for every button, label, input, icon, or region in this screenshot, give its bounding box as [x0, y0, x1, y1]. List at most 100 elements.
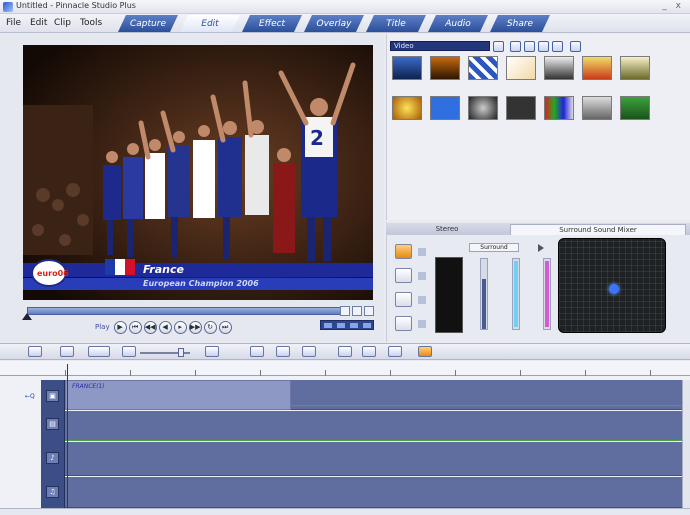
tab-capture[interactable]: Capture [118, 15, 178, 32]
audio-track[interactable] [65, 477, 682, 508]
menu-edit[interactable]: Edit [30, 18, 47, 28]
menu-clip[interactable]: Clip [54, 18, 71, 28]
close-icon[interactable]: x [676, 1, 684, 11]
library-thumbnail[interactable] [506, 56, 536, 80]
tab-share[interactable]: Share [490, 15, 550, 32]
play-icon[interactable]: ▶ [113, 320, 127, 334]
library-thumbnail[interactable] [430, 96, 460, 120]
library-thumbnail[interactable] [544, 96, 574, 120]
transport-label: Play [95, 322, 110, 331]
expand-arrow-icon[interactable] [418, 272, 426, 280]
undo-icon[interactable] [388, 346, 402, 357]
snapshot-icon[interactable] [362, 346, 376, 357]
delete-icon[interactable] [302, 346, 316, 357]
tab-edit[interactable]: Edit [180, 15, 240, 32]
video-track-icon[interactable]: ▣ [46, 390, 59, 402]
library-thumbnail[interactable] [392, 96, 422, 120]
expand-arrow-icon[interactable] [418, 320, 426, 328]
library-thumbnail[interactable] [468, 96, 498, 120]
mark-in-icon[interactable] [352, 306, 362, 316]
fast-forward-icon[interactable]: ▶▶ [188, 320, 202, 334]
split-clip-icon[interactable] [340, 306, 350, 316]
step-back-icon[interactable]: ◀ [158, 320, 172, 334]
zoom-slider-handle[interactable] [178, 348, 184, 357]
library-thumbnail[interactable] [620, 56, 650, 80]
split-icon[interactable] [276, 346, 290, 357]
storyboard-view-icon[interactable] [28, 346, 42, 357]
tab-audio[interactable]: Audio [428, 15, 488, 32]
loop-icon[interactable]: ↻ [203, 320, 217, 334]
window-controls[interactable]: _ x [662, 1, 684, 11]
view-icon[interactable] [524, 41, 535, 52]
svg-text:2: 2 [310, 126, 324, 150]
tab-effect[interactable]: Effect [242, 15, 302, 32]
library-thumbnail[interactable] [582, 56, 612, 80]
play-audio-icon[interactable] [538, 244, 544, 252]
speaker-icon[interactable] [395, 268, 412, 283]
library-thumbnail[interactable] [544, 56, 574, 80]
rewind-icon[interactable]: ◀◀ [143, 320, 157, 334]
expand-arrow-icon[interactable] [418, 296, 426, 304]
scene-icon[interactable] [538, 41, 549, 52]
balance-slider[interactable] [512, 258, 520, 330]
vertical-scrollbar[interactable] [682, 380, 690, 508]
library-thumbnail[interactable] [468, 56, 498, 80]
library-thumbnail[interactable] [430, 56, 460, 80]
library-thumbnail[interactable] [506, 96, 536, 120]
timecode-display[interactable] [320, 320, 374, 330]
audio-track-icon[interactable]: ♪ [46, 452, 59, 464]
clip-properties-icon[interactable] [250, 346, 264, 357]
preview-frame-image: 2 [23, 45, 373, 300]
horizontal-scrollbar[interactable] [0, 508, 690, 515]
scrubber-handle[interactable] [22, 313, 32, 320]
zoom-in-icon[interactable] [205, 346, 219, 357]
music-icon[interactable] [395, 292, 412, 307]
library-thumbnail[interactable] [620, 96, 650, 120]
overlay-caption-text: European Champion 2006 [143, 279, 259, 288]
export-icon[interactable] [418, 346, 432, 357]
go-end-icon[interactable]: ⏭ [218, 320, 232, 334]
audio-icon[interactable] [552, 41, 563, 52]
library-thumbnail[interactable] [392, 56, 422, 80]
output-mode-dropdown[interactable]: Surround [469, 243, 519, 252]
step-forward-icon[interactable]: ▸ [173, 320, 187, 334]
timeline-view-icon[interactable] [88, 346, 110, 357]
tab-surround-mixer[interactable]: Surround Sound Mixer [510, 224, 686, 235]
folder-icon[interactable] [510, 41, 521, 52]
expand-arrow-icon[interactable] [418, 248, 426, 256]
video-preview[interactable]: 2 euro06 France European Champion 2006 [23, 45, 373, 300]
tab-overlay[interactable]: Overlay [304, 15, 364, 32]
title-track[interactable] [65, 442, 682, 476]
library-thumbnail[interactable] [582, 96, 612, 120]
overlay-track-icon[interactable]: ▤ [46, 418, 59, 430]
euro-logo: euro06 [31, 259, 69, 287]
menu-tools[interactable]: Tools [80, 18, 102, 28]
title-bar: Untitled - Pinnacle Studio Plus _ x [0, 0, 690, 14]
overlay-track[interactable] [65, 411, 682, 441]
timeline-ruler[interactable] [0, 361, 690, 376]
transport-controls: Play ▶ ⏮ ◀◀ ◀ ▸ ▶▶ ↻ ⏭ [95, 318, 232, 336]
mark-out-icon[interactable] [364, 306, 374, 316]
playhead-line[interactable] [67, 364, 68, 509]
music-track-icon[interactable]: ♫ [46, 486, 59, 498]
go-start-icon[interactable]: ⏮ [128, 320, 142, 334]
volume-slider[interactable] [480, 258, 488, 330]
voice-icon[interactable] [395, 316, 412, 331]
text-view-icon[interactable] [60, 346, 74, 357]
track-lock-marker[interactable]: ←Q [25, 393, 39, 401]
info-icon[interactable] [570, 41, 581, 52]
marker-icon[interactable] [338, 346, 352, 357]
menu-file[interactable]: File [6, 18, 21, 28]
surround-position-handle[interactable] [609, 284, 619, 294]
tab-stereo[interactable]: Stereo [392, 224, 502, 235]
dropdown-arrow-icon[interactable] [493, 41, 504, 52]
tab-title[interactable]: Title [366, 15, 426, 32]
zoom-out-icon[interactable] [122, 346, 136, 357]
scrubber-bar[interactable] [27, 307, 349, 315]
fade-slider[interactable] [543, 258, 551, 330]
minimize-icon[interactable]: _ [662, 1, 670, 11]
volume-icon[interactable] [395, 244, 412, 259]
app-icon [3, 2, 13, 12]
library-dropdown[interactable]: Video [390, 41, 490, 51]
euro-logo-text: euro06 [37, 269, 69, 278]
